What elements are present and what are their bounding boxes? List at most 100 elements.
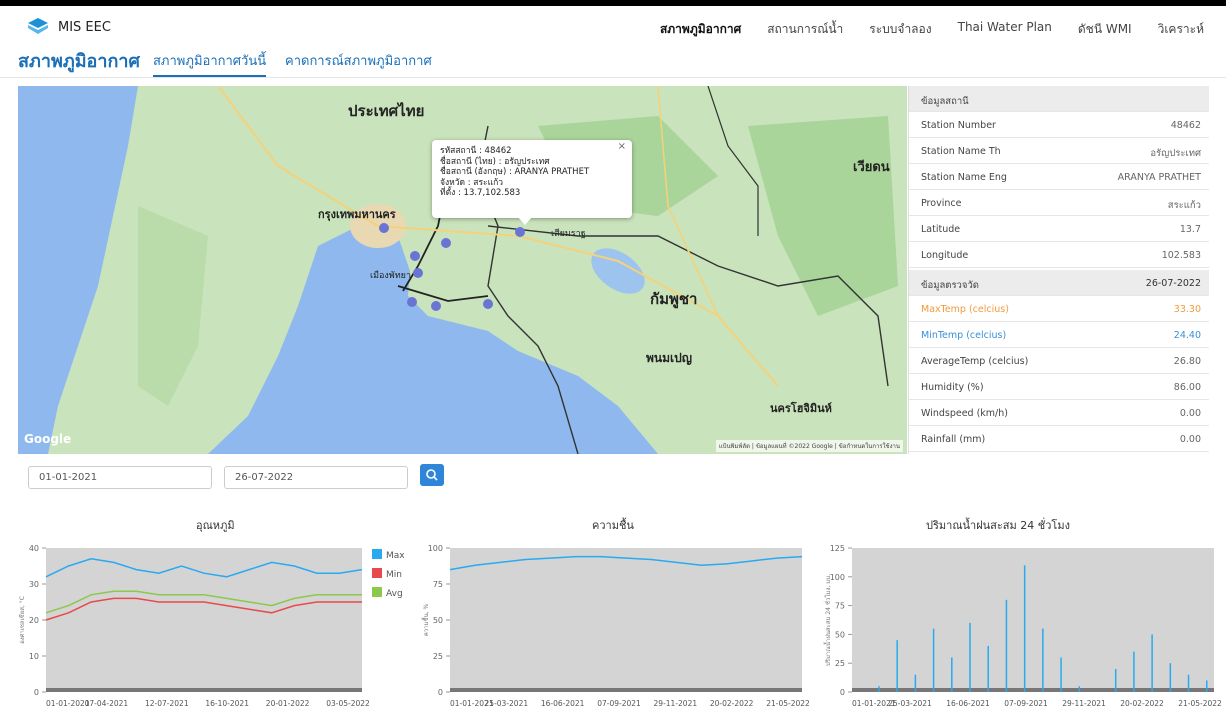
row-avg-temp: AverageTemp (celcius) 26.80 [909,348,1209,374]
nav-climate[interactable]: สภาพภูมิอากาศ [660,20,741,39]
nav-simulation[interactable]: ระบบจำลอง [869,20,931,39]
tab-climate-forecast[interactable]: คาดการณ์สภาพภูมิอากาศ [285,50,432,71]
y-tick-label: 0 [840,688,845,697]
measure-date: 26-07-2022 [1145,278,1201,289]
row-humidity: Humidity (%) 86.00 [909,374,1209,400]
rain-bar [1023,565,1026,692]
station-marker[interactable] [483,299,493,309]
rain-bar [1042,628,1044,692]
popup-tail [518,217,532,225]
y-tick-label: 75 [835,602,845,611]
rain-bar [914,674,917,692]
brand-name: MIS EEC [58,20,111,35]
x-tick-label: 20-02-2022 [1120,699,1164,708]
end-date-input[interactable]: 26-07-2022 [224,466,408,489]
x-tick-label: 07-04-2021 [85,699,129,708]
x-tick-label: 29-11-2021 [1062,699,1106,708]
station-map[interactable]: ประเทศไทย กรุงเทพมหานคร กัมพูชา เวียดน พ… [18,86,907,454]
rain-bar [1187,674,1190,692]
map-label-vietnam: เวียดน [853,159,890,175]
y-tick-label: 30 [29,580,39,589]
top-border [0,0,1226,6]
x-tick-label: 01-01-2021 [46,699,90,708]
rain-bar [951,657,953,692]
rain-bar [932,628,935,692]
x-tick-label: 29-11-2021 [654,699,698,708]
map-credit[interactable]: แป้นพิมพ์ลัด | ข้อมูลแผนที่ ©2022 Google… [715,440,903,452]
rain-bar [1005,599,1008,692]
nav-wmi-index[interactable]: ดัชนี WMI [1078,20,1132,39]
x-tick-label: 07-09-2021 [597,699,641,708]
y-tick-label: 0 [438,688,443,697]
station-marker-selected[interactable] [515,227,525,237]
zero-band [852,688,1214,692]
rain-bar [1151,634,1153,692]
nav-water-situation[interactable]: สถานการณ์น้ำ [767,20,843,39]
popup-line: ชื่อสถานี (อังกฤษ) : ARANYA PRATHET [440,167,590,177]
sub-header: สภาพภูมิอากาศ สภาพภูมิอากาศวันนี้ คาดการ… [0,42,1226,78]
logo-icon [28,18,48,34]
y-tick-label: 20 [29,616,39,625]
legend-min: Min [372,568,402,580]
x-tick-label: 25-03-2021 [485,699,529,708]
legend-swatch-avg [372,587,382,597]
x-tick-label: 25-03-2021 [888,699,932,708]
station-info-header: ข้อมูลสถานี [909,86,1209,112]
x-tick-label: 16-06-2021 [541,699,585,708]
station-marker[interactable] [410,251,420,261]
legend-swatch-max [372,549,382,559]
y-tick-label: 40 [29,544,39,553]
y-tick-label: 25 [835,659,845,668]
rain-bar [1133,651,1135,692]
rain-bar [1206,680,1208,692]
y-tick-label: 100 [830,573,845,582]
rain-bar [1078,686,1081,692]
station-marker[interactable] [441,238,451,248]
start-date-input[interactable]: 01-01-2021 [28,466,212,489]
search-icon [426,469,438,481]
legend-max: Max [372,549,405,561]
popup-line: ที่ตั้ง : 13.7,102.583 [440,188,521,198]
station-marker[interactable] [431,301,441,311]
app-header: MIS EEC สภาพภูมิอากาศ สถานการณ์น้ำ ระบบจ… [0,8,1226,42]
y-tick-label: 75 [433,580,443,589]
row-station-name-th: Station Name Th อรัญประเทศ [909,138,1209,164]
rain-bar [969,622,971,692]
rain-bar [1114,668,1117,692]
popup-close-icon[interactable]: × [618,141,626,153]
rain-bar [878,686,880,692]
rain-bar [896,640,898,692]
station-marker[interactable] [379,223,389,233]
x-tick-label: 07-09-2021 [1004,699,1048,708]
plot-area [46,548,362,692]
station-info-panel: ข้อมูลสถานี Station Number 48462 Station… [908,86,1209,454]
row-province: Province สระแก้ว [909,190,1209,216]
zero-band [450,688,802,692]
search-button[interactable] [420,464,444,486]
row-windspeed: Windspeed (km/h) 0.00 [909,400,1209,426]
map-label-cambodia: กัมพูชา [650,290,697,309]
nav-thai-water-plan[interactable]: Thai Water Plan [958,20,1052,39]
tab-climate-today[interactable]: สภาพภูมิอากาศวันนี้ [153,50,267,77]
temperature-chart: 0 10 20 30 40 องศาเซลเซียส, °C 01-01-202107-04… [18,544,370,708]
zero-band [46,688,362,692]
y-tick-label: 125 [830,544,845,553]
x-tick-label: 21-05-2022 [1178,699,1222,708]
y-tick-label: 25 [433,652,443,661]
x-tick-label: 16-10-2021 [205,699,249,708]
row-rainfall: Rainfall (mm) 0.00 [909,426,1209,452]
row-latitude: Latitude 13.7 [909,216,1209,242]
x-tick-label: 20-01-2022 [266,699,310,708]
rain-bar [1060,657,1062,692]
rain-bar [987,645,989,692]
map-label-siem-reap: เสียมราฐ [551,228,586,239]
google-logo: Google [24,432,72,446]
map-label-bangkok: กรุงเทพมหานคร [318,208,396,222]
main-nav: สภาพภูมิอากาศ สถานการณ์น้ำ ระบบจำลอง Tha… [660,20,1204,39]
station-marker[interactable] [407,297,417,307]
y-tick-label: 50 [835,630,845,639]
row-station-name-eng: Station Name Eng ARANYA PRATHET [909,164,1209,190]
nav-analysis[interactable]: วิเคราะห์ [1158,20,1204,39]
x-tick-label: 03-05-2022 [326,699,370,708]
station-marker[interactable] [413,268,423,278]
